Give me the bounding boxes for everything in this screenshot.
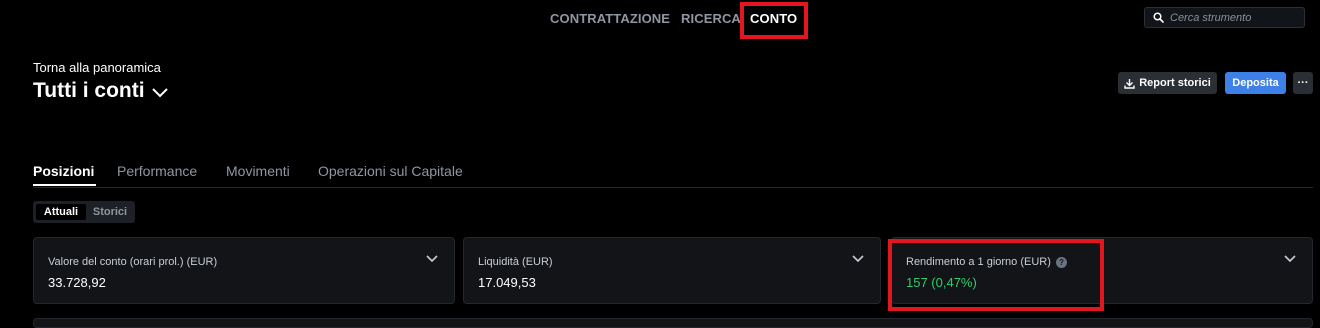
positions-filter-toggle: Attuali Storici (33, 201, 135, 223)
search-input[interactable] (1170, 9, 1300, 26)
active-tab-indicator (33, 184, 96, 186)
more-options-button[interactable]: ··· (1293, 72, 1313, 94)
chevron-down-icon[interactable] (852, 255, 864, 263)
toggle-attuali[interactable]: Attuali (36, 204, 86, 220)
card-value: 17.049,53 (478, 275, 536, 290)
search-box[interactable] (1144, 7, 1305, 28)
card-label: Rendimento a 1 giorno (EUR) ? (906, 256, 1067, 268)
chevron-down-icon (151, 87, 168, 97)
help-icon[interactable]: ? (1055, 256, 1067, 268)
card-account-value[interactable]: Valore del conto (orari prol.) (EUR) 33.… (33, 237, 455, 304)
chevron-down-icon[interactable] (1284, 255, 1296, 263)
card-value: 157 (0,47%) (906, 275, 977, 290)
card-daily-return[interactable]: Rendimento a 1 giorno (EUR) ? 157 (0,47%… (891, 237, 1313, 304)
card-value: 33.728,92 (48, 275, 106, 290)
positions-table-edge (33, 318, 1313, 328)
tab-movimenti[interactable]: Movimenti (226, 163, 290, 179)
report-history-button[interactable]: Report storici (1118, 72, 1217, 94)
search-icon (1153, 12, 1164, 23)
top-navigation: CONTRATTAZIONE RICERCA CONTO (0, 0, 1320, 38)
nav-ricerca[interactable]: RICERCA (681, 11, 741, 26)
chevron-down-icon[interactable] (426, 255, 438, 263)
card-label: Liquidità (EUR) (478, 256, 553, 268)
tab-operazioni-capitale[interactable]: Operazioni sul Capitale (318, 163, 463, 179)
card-label-text: Rendimento a 1 giorno (EUR) (906, 256, 1051, 268)
tab-bar: Posizioni Performance Movimenti Operazio… (33, 161, 1313, 188)
tab-posizioni[interactable]: Posizioni (33, 163, 94, 179)
back-to-overview-link[interactable]: Torna alla panoramica (33, 60, 161, 75)
card-liquidity[interactable]: Liquidità (EUR) 17.049,53 (463, 237, 881, 304)
tab-performance[interactable]: Performance (117, 163, 197, 179)
deposit-button[interactable]: Deposita (1225, 72, 1286, 94)
card-label: Valore del conto (orari prol.) (EUR) (48, 256, 218, 268)
nav-contrattazione[interactable]: CONTRATTAZIONE (550, 11, 670, 26)
report-history-label: Report storici (1139, 77, 1211, 89)
download-icon (1124, 78, 1135, 89)
nav-conto[interactable]: CONTO (750, 11, 797, 26)
toggle-storici[interactable]: Storici (88, 204, 132, 220)
account-selector[interactable]: Tutti i conti (33, 79, 169, 103)
account-title: Tutti i conti (33, 79, 145, 102)
